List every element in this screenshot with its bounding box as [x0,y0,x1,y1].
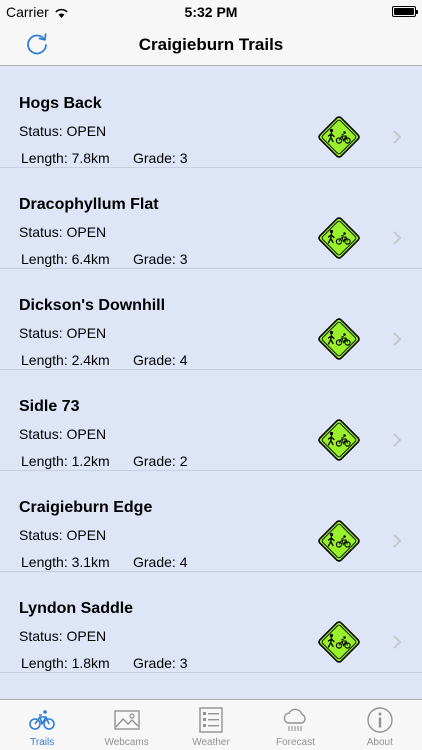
trail-grade: Grade: 3 [133,150,188,166]
walker-cyclist-sign-icon [318,520,360,562]
tab-about[interactable]: About [338,700,422,750]
trail-name: Dracophyllum Flat [19,196,159,213]
tab-label: About [366,737,393,748]
trail-row[interactable]: Dracophyllum Flat Status: OPEN Length: 6… [0,168,422,269]
trail-row[interactable]: Dickson's Downhill Status: OPEN Length: … [0,269,422,370]
trail-name: Hogs Back [19,95,102,112]
trail-grade: Grade: 4 [133,554,188,570]
trail-status: Status: OPEN [19,628,107,644]
trail-name: Sidle 73 [19,398,80,415]
trail-row[interactable]: Sidle 73 Status: OPEN Length: 1.2km Grad… [0,370,422,471]
tab-trails[interactable]: Trails [0,700,84,750]
tab-label: Weather [192,737,230,748]
trail-length: Length: 7.8km [21,150,110,166]
trail-status: Status: OPEN [19,224,107,240]
rain-cloud-icon [284,708,307,731]
list-icon [199,707,223,733]
trail-row[interactable]: Hogs Back Status: OPEN Length: 7.8km Gra… [0,67,422,168]
trails-list: Hogs Back Status: OPEN Length: 7.8km Gra… [0,67,422,699]
trail-name: Dickson's Downhill [19,297,166,314]
trail-name: Lyndon Saddle [19,600,134,617]
info-icon [367,707,393,733]
trail-row[interactable]: Craigieburn Edge Status: OPEN Length: 3.… [0,471,422,572]
trail-grade: Grade: 2 [133,453,188,469]
trail-grade: Grade: 3 [133,251,188,267]
tab-bar: Trails Webcams Weather Forecast About [0,699,422,750]
tab-label: Webcams [104,737,149,748]
tab-label: Forecast [275,737,315,748]
trail-status: Status: OPEN [19,325,107,341]
page-title: Craigieburn Trails [138,35,284,54]
walker-cyclist-sign-icon [318,116,360,158]
chevron-right-icon [393,635,401,649]
chevron-right-icon [393,332,401,346]
trail-status: Status: OPEN [19,527,107,543]
trail-length: Length: 3.1km [21,554,110,570]
tab-weather[interactable]: Weather [169,700,253,750]
trail-status: Status: OPEN [19,426,107,442]
navigation-bar: Craigieburn Trails [0,24,422,66]
chevron-right-icon [393,433,401,447]
trail-length: Length: 2.4km [21,352,110,368]
chevron-right-icon [393,130,401,144]
battery-level [394,8,414,15]
trail-row[interactable]: Lyndon Saddle Status: OPEN Length: 1.8km… [0,572,422,673]
tab-webcams[interactable]: Webcams [84,700,168,750]
trail-length: Length: 1.8km [21,655,110,671]
image-icon [113,710,140,730]
walker-cyclist-sign-icon [318,419,360,461]
trail-length: Length: 1.2km [21,453,110,469]
chevron-right-icon [393,534,401,548]
tab-label: Trails [30,737,55,748]
walker-cyclist-sign-icon [318,318,360,360]
trail-grade: Grade: 4 [133,352,188,368]
tab-forecast[interactable]: Forecast [253,700,337,750]
trail-name: Craigieburn Edge [19,499,153,516]
chevron-right-icon [393,231,401,245]
status-bar: Carrier 5:32 PM [0,0,422,24]
bicycle-icon [29,710,56,730]
walker-cyclist-sign-icon [318,217,360,259]
walker-cyclist-sign-icon [318,621,360,663]
trail-grade: Grade: 3 [133,655,188,671]
battery-icon [392,6,418,17]
status-time: 5:32 PM [184,4,238,20]
trail-length: Length: 6.4km [21,251,110,267]
trail-status: Status: OPEN [19,123,107,139]
